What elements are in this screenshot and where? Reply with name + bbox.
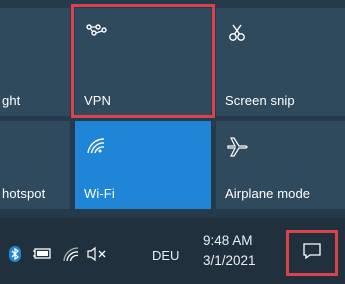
bluetooth-icon[interactable]	[8, 246, 24, 262]
tile-label-wifi: Wi-Fi	[84, 186, 115, 201]
taskbar-clock[interactable]: 9:48 AM 3/1/2021	[203, 233, 267, 268]
tile-label-mobile-hotspot: hotspot	[2, 186, 46, 201]
quick-actions-panel: ght VPN Screen snip hotspot Wi-Fi Airpla…	[0, 0, 345, 218]
battery-icon[interactable]	[33, 246, 51, 262]
vpn-highlight-box	[71, 4, 215, 118]
tile-label-airplane-mode: Airplane mode	[225, 186, 311, 201]
input-language-indicator[interactable]: DEU	[152, 248, 179, 263]
action-center-button[interactable]	[286, 230, 338, 276]
wifi-icon	[85, 135, 107, 157]
quick-action-wifi[interactable]: Wi-Fi	[75, 121, 211, 209]
quick-action-night-light[interactable]: ght	[0, 8, 70, 116]
clock-date: 3/1/2021	[203, 253, 256, 268]
clock-time: 9:48 AM	[203, 233, 253, 248]
screen-snip-icon	[226, 22, 248, 44]
quick-action-screen-snip[interactable]: Screen snip	[216, 8, 345, 116]
taskbar: DEU 9:48 AM 3/1/2021	[0, 218, 345, 284]
tile-label-night-light: ght	[2, 93, 21, 108]
airplane-icon	[226, 135, 248, 157]
quick-action-airplane-mode[interactable]: Airplane mode	[216, 121, 345, 209]
notification-icon	[302, 242, 322, 265]
volume-muted-icon[interactable]	[86, 246, 106, 262]
network-wifi-icon[interactable]	[62, 245, 79, 262]
tile-label-screen-snip: Screen snip	[225, 93, 295, 108]
quick-action-mobile-hotspot[interactable]: hotspot	[0, 121, 70, 209]
